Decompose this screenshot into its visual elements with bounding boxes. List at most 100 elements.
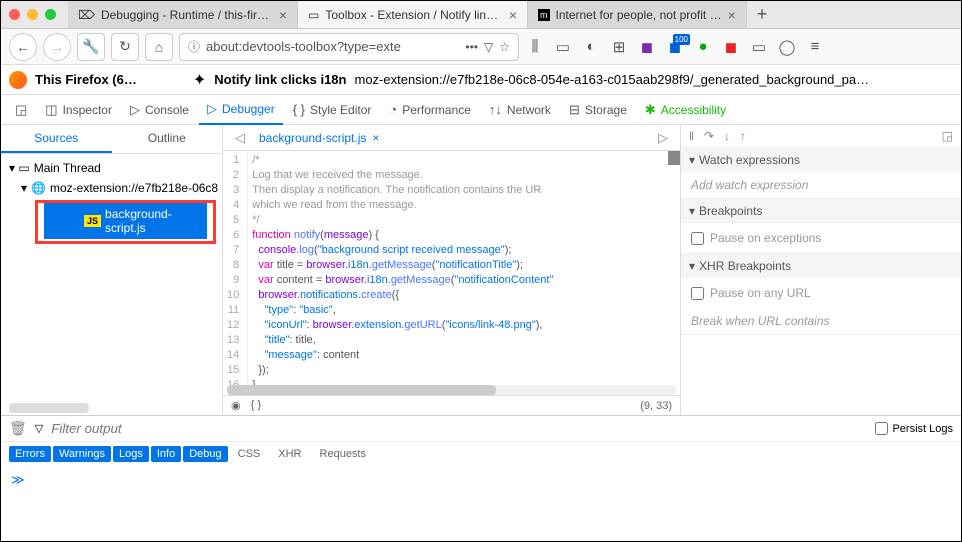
menu-icon[interactable]: ≡	[805, 37, 825, 57]
file-highlight: JS background-script.js	[35, 200, 216, 244]
xhr-header[interactable]: ▾ XHR Breakpoints	[681, 254, 961, 278]
tab-performance[interactable]: ◔Performance	[381, 96, 479, 123]
devtools-tabbar: ◲ ◫Inspector ▷Console ▷Debugger { }Style…	[1, 95, 961, 125]
eye-icon[interactable]: ◉	[231, 399, 241, 412]
filter-input[interactable]	[51, 421, 867, 436]
tab-debugger[interactable]: ▷Debugger	[199, 95, 283, 125]
meatball-icon[interactable]: •••	[465, 40, 478, 54]
info-icon[interactable]: ⓘ	[188, 38, 200, 55]
persist-logs-checkbox[interactable]: Persist Logs	[875, 422, 953, 435]
close-icon[interactable]: ×	[372, 131, 379, 145]
url-text: about:devtools-toolbox?type=exte	[206, 39, 459, 54]
debug-controls: ‖ ↷ ↓ ↑ ◲	[681, 125, 961, 148]
browser-tab[interactable]: m Internet for people, not profit … ×	[528, 1, 747, 28]
tab-title: Internet for people, not profit …	[556, 8, 722, 22]
extension-url: moz-extension://e7fb218e-06c8-054e-a163-…	[354, 72, 869, 87]
browser-tab[interactable]: ⌦ Debugging - Runtime / this-fire… ×	[68, 1, 298, 28]
cat-requests[interactable]: Requests	[312, 446, 374, 462]
globe-icon: 🌐	[31, 181, 46, 195]
tab-accessibility[interactable]: ✱Accessibility	[637, 96, 734, 124]
dock-icon[interactable]: ◲	[7, 96, 35, 124]
cat-warnings[interactable]: Warnings	[53, 446, 111, 462]
breakpoints-body: Pause on exceptions	[681, 223, 961, 253]
close-tab-icon[interactable]: ×	[728, 7, 736, 23]
toolbar-extensions: ⫼ ▭ ◐ ⊞ ◼ ◼100 ● ◼ ▭ ◯ ≡	[525, 37, 825, 57]
console-filter-bar: 🗑 ▽ Persist Logs	[1, 416, 961, 442]
braces-icon[interactable]: { }	[251, 399, 261, 412]
step-in-icon[interactable]: ↓	[724, 129, 730, 143]
back-button[interactable]: ←	[9, 33, 37, 61]
xhr-body: Pause on any URL	[681, 278, 961, 308]
ext-icon[interactable]: ●	[693, 37, 713, 57]
cat-info[interactable]: Info	[151, 446, 181, 462]
xhr-url-input[interactable]: Break when URL contains	[681, 308, 961, 334]
nav-fwd-icon[interactable]: ▷	[652, 130, 674, 146]
tab-inspector[interactable]: ◫Inspector	[37, 96, 120, 124]
ext-icon[interactable]: ◼100	[665, 37, 685, 57]
reload-button[interactable]: ↻	[111, 33, 139, 61]
editor-file-tab[interactable]: background-script.js×	[251, 127, 387, 149]
hscrollbar[interactable]	[227, 385, 676, 395]
thread-item[interactable]: ▾ ▭ Main Thread	[1, 158, 222, 178]
minimize-window-button[interactable]	[27, 9, 38, 20]
account-icon[interactable]: ◯	[777, 37, 797, 57]
close-tab-icon[interactable]: ×	[509, 7, 517, 23]
devtools-button[interactable]: 🔧	[77, 33, 105, 61]
close-window-button[interactable]	[9, 9, 20, 20]
scrollbar[interactable]	[9, 403, 89, 413]
pause-url-checkbox[interactable]: Pause on any URL	[691, 284, 951, 302]
tab-network[interactable]: ↑↓Network	[481, 96, 559, 123]
maximize-window-button[interactable]	[45, 9, 56, 20]
watch-add[interactable]: Add watch expression	[681, 172, 961, 198]
tab-console[interactable]: ▷Console	[122, 96, 197, 124]
ext-icon[interactable]: ◼	[637, 37, 657, 57]
debugger-main: Sources Outline ▾ ▭ Main Thread ▾ 🌐 moz-…	[1, 125, 961, 415]
source-file-selected[interactable]: JS background-script.js	[44, 203, 207, 239]
reader-icon[interactable]: ▭	[553, 37, 573, 57]
cat-logs[interactable]: Logs	[113, 446, 149, 462]
sources-tab[interactable]: Sources	[1, 125, 112, 153]
cat-debug[interactable]: Debug	[183, 446, 227, 462]
outline-tab[interactable]: Outline	[112, 125, 223, 153]
home-button[interactable]: ⌂	[145, 33, 173, 61]
ext-icon[interactable]: ◼	[721, 37, 741, 57]
tab-style-editor[interactable]: { }Style Editor	[285, 96, 380, 123]
browser-tab-active[interactable]: ▭ Toolbox - Extension / Notify link… ×	[298, 1, 528, 28]
forward-button[interactable]: →	[43, 33, 71, 61]
cat-css[interactable]: CSS	[230, 446, 269, 462]
tab-title: Toolbox - Extension / Notify link…	[325, 8, 502, 22]
filter-icon[interactable]: ▽	[35, 422, 43, 435]
cat-xhr[interactable]: XHR	[270, 446, 309, 462]
ext-icon[interactable]: ⊞	[609, 37, 629, 57]
tab-storage[interactable]: ⊟Storage	[561, 96, 635, 124]
library-icon[interactable]: ⫼	[525, 37, 545, 57]
close-tab-icon[interactable]: ×	[279, 7, 287, 23]
new-tab-button[interactable]: +	[747, 1, 778, 28]
code-editor[interactable]: 1234567891011121314151617 /* Log that we…	[223, 151, 680, 385]
console-prompt[interactable]: ≫	[1, 466, 961, 494]
file-name: background-script.js	[105, 207, 199, 235]
breakpoints-header[interactable]: ▾ Breakpoints	[681, 199, 961, 223]
cat-errors[interactable]: Errors	[9, 446, 51, 462]
ext-icon[interactable]: ▭	[749, 37, 769, 57]
breakpoints-section: ▾ Breakpoints Pause on exceptions	[681, 199, 961, 254]
pause-exceptions-checkbox[interactable]: Pause on exceptions	[691, 229, 951, 247]
vscroll-indicator[interactable]	[668, 151, 680, 165]
step-over-icon[interactable]: ↷	[704, 129, 714, 143]
ext-icon[interactable]: ◐	[581, 37, 601, 57]
nav-back-icon[interactable]: ◁	[229, 130, 251, 146]
watch-header[interactable]: ▾ Watch expressions	[681, 148, 961, 172]
close-panel-icon[interactable]: ◲	[942, 129, 953, 143]
extension-name: Notify link clicks i18n	[214, 72, 346, 87]
nav-toolbar: ← → 🔧 ↻ ⌂ ⓘ about:devtools-toolbox?type=…	[1, 29, 961, 65]
pocket-icon[interactable]: ▽	[484, 40, 493, 54]
bookmark-star-icon[interactable]: ☆	[499, 40, 510, 54]
watch-section: ▾ Watch expressions Add watch expression	[681, 148, 961, 199]
browser-tabs: ⌦ Debugging - Runtime / this-fire… × ▭ T…	[68, 1, 953, 28]
url-bar[interactable]: ⓘ about:devtools-toolbox?type=exte ••• ▽…	[179, 33, 519, 61]
domain-item[interactable]: ▾ 🌐 moz-extension://e7fb218e-06c8	[1, 178, 222, 198]
step-out-icon[interactable]: ↑	[740, 129, 746, 143]
clear-console-icon[interactable]: 🗑	[9, 420, 27, 437]
pause-icon[interactable]: ‖	[689, 129, 694, 143]
debugger-right-panel: ‖ ↷ ↓ ↑ ◲ ▾ Watch expressions Add watch …	[681, 125, 961, 415]
